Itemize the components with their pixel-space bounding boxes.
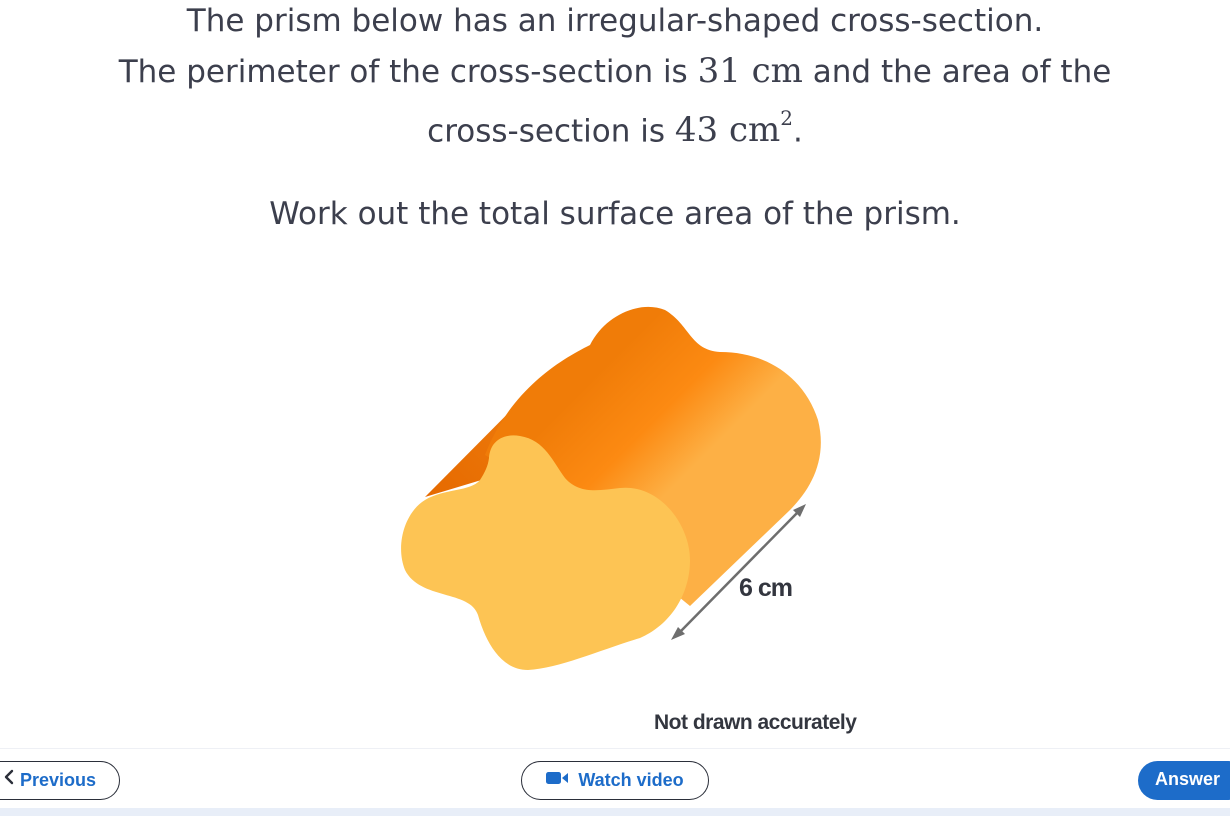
answer-label: Answer <box>1155 769 1221 789</box>
not-drawn-accurately-note: Not drawn accurately <box>654 711 857 734</box>
area-text-after: . <box>792 113 803 150</box>
perimeter-value: 31 <box>697 51 741 91</box>
perimeter-text: The perimeter of the cross-section is <box>118 54 698 90</box>
area-exponent: 2 <box>780 106 793 130</box>
question-line-3: cross-section is 43 cm2. <box>0 97 1230 157</box>
length-label: 6 cm <box>739 574 793 602</box>
footer-divider <box>0 748 1230 749</box>
prism-diagram <box>401 306 821 670</box>
question-line-1: The prism below has an irregular-shaped … <box>186 3 1044 39</box>
perimeter-unit: cm <box>751 51 803 91</box>
video-camera-icon <box>546 761 570 798</box>
area-unit: cm <box>728 110 781 151</box>
bottom-strip <box>0 808 1230 816</box>
watch-video-button[interactable]: Watch video <box>521 761 709 800</box>
area-value: 43 <box>674 110 719 151</box>
area-math: 43 cm2 <box>674 106 793 151</box>
question-line-2: The perimeter of the cross-section is 31… <box>0 46 1230 98</box>
previous-button[interactable]: Previous <box>0 761 120 800</box>
previous-label: Previous <box>20 770 97 790</box>
perimeter-math: 31 cm <box>698 51 803 91</box>
question-task: Work out the total surface area of the p… <box>269 196 961 232</box>
area-text: cross-section is <box>427 113 675 150</box>
answer-button[interactable]: Answer <box>1138 761 1230 800</box>
watch-video-label: Watch video <box>578 770 684 790</box>
perimeter-text-after: and the area of the <box>802 54 1112 90</box>
chevron-left-icon <box>3 761 15 798</box>
